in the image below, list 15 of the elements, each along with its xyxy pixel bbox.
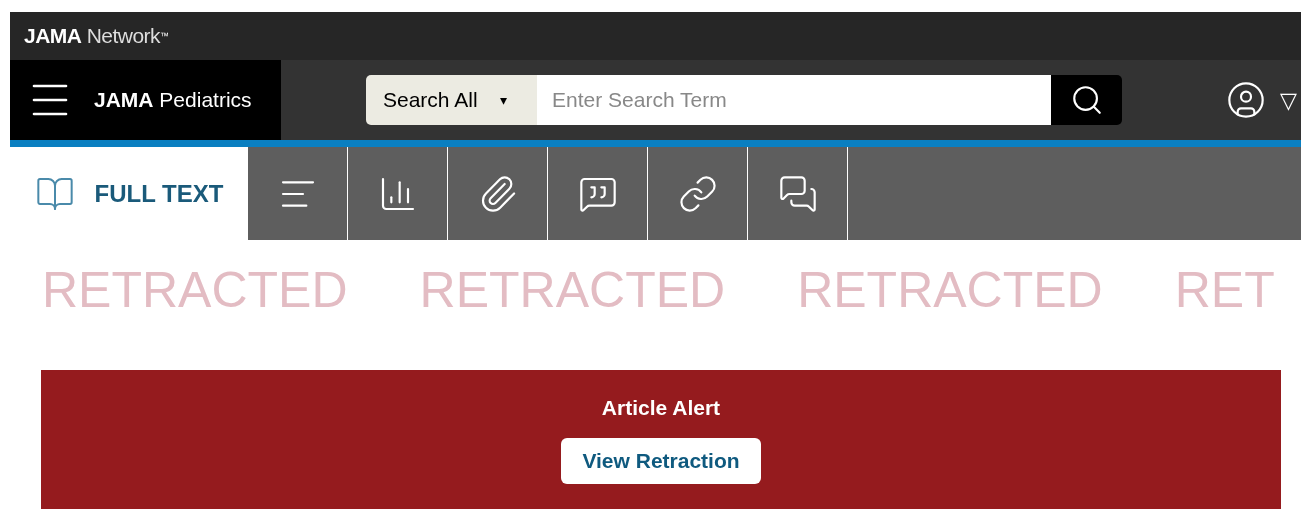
retracted-mark: RET — [1174, 261, 1275, 320]
link-icon — [677, 173, 718, 214]
view-retraction-button[interactable]: View Retraction — [561, 437, 761, 484]
retracted-mark: RETRACTED — [797, 261, 1103, 320]
account-caret[interactable]: ▽ — [1280, 83, 1297, 117]
retracted-mark: RETRACTED — [419, 261, 726, 320]
retracted-mark: RETRACTED — [42, 261, 348, 320]
alert-title: Article Alert — [601, 395, 721, 421]
network-logo[interactable]: JAMA Network$^{™}$ — [24, 20, 169, 52]
comments-icon — [777, 173, 818, 214]
account-icon[interactable] — [1226, 80, 1266, 120]
search-scope-dropdown[interactable]: Search All ▾ — [366, 75, 537, 125]
full-text-tab[interactable]: FULL TEXT — [10, 147, 248, 240]
search-field[interactable]: Enter Search Term — [537, 75, 1051, 125]
search-button[interactable] — [1051, 75, 1122, 125]
